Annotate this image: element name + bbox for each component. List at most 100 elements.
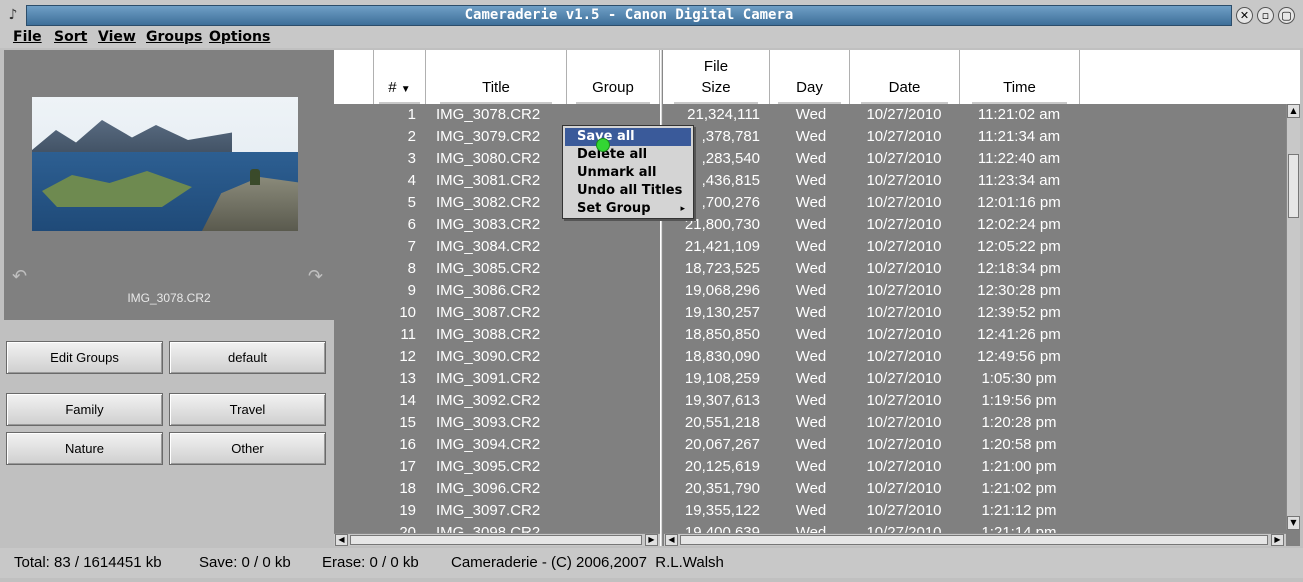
mouse-cursor-icon: [596, 138, 610, 152]
table-row[interactable]: 14 IMG_3092.CR2 19,307,613 Wed 10/27/2010 1:1…: [334, 390, 1300, 412]
row-time: 1:20:58 pm: [981, 436, 1057, 453]
scroll-right-icon[interactable]: ▶: [1271, 534, 1284, 546]
row-number: 11: [400, 326, 416, 343]
header-time[interactable]: Time: [960, 50, 1080, 104]
table-row[interactable]: 12 IMG_3090.CR2 18,830,090 Wed 10/27/2010 12:…: [334, 346, 1300, 368]
table-row[interactable]: 13 IMG_3091.CR2 19,108,259 Wed 10/27/2010 1:0…: [334, 368, 1300, 390]
header-group[interactable]: Group: [567, 50, 660, 104]
table-row[interactable]: 17 IMG_3095.CR2 20,125,619 Wed 10/27/2010 1:2…: [334, 456, 1300, 478]
row-date: 10/27/2010: [866, 238, 942, 255]
row-number: 5: [407, 194, 416, 211]
header-spacer: [334, 50, 374, 104]
table-row[interactable]: 15 IMG_3093.CR2 20,551,218 Wed 10/27/2010 1:2…: [334, 412, 1300, 434]
menu-sort[interactable]: Sort: [54, 29, 87, 45]
row-title: IMG_3097.CR2: [436, 502, 541, 519]
table-row[interactable]: 3 IMG_3080.CR2,283,540 Wed 10/27/2010 11:22:…: [334, 148, 1300, 170]
row-file-size: 18,830,090: [684, 348, 760, 365]
row-number: 4: [407, 172, 416, 189]
row-time: 12:30:28 pm: [977, 282, 1061, 299]
table-row[interactable]: 6 IMG_3083.CR2 21,800,730 Wed 10/27/2010 12:0…: [334, 214, 1300, 236]
scroll-left-icon[interactable]: ◀: [665, 534, 678, 546]
row-date: 10/27/2010: [866, 260, 942, 277]
row-file-size: 21,421,109: [684, 238, 760, 255]
row-number: 3: [407, 150, 416, 167]
status-save: Save: 0 / 0 kb: [199, 554, 291, 571]
row-date: 10/27/2010: [866, 370, 942, 387]
header-num[interactable]: # ▼: [374, 50, 426, 104]
row-time: 12:41:26 pm: [977, 326, 1061, 343]
row-date: 10/27/2010: [866, 348, 942, 365]
table-row[interactable]: 10 IMG_3087.CR2 19,130,257 Wed 10/27/2010 12:…: [334, 302, 1300, 324]
row-number: 7: [407, 238, 416, 255]
row-file-size: 21,324,111: [687, 106, 760, 123]
maximize-icon[interactable]: ▢: [1278, 7, 1295, 24]
row-title: IMG_3094.CR2: [436, 436, 541, 453]
row-day: Wed: [795, 392, 827, 409]
row-number: 17: [399, 458, 416, 475]
menu-options[interactable]: Options: [209, 29, 270, 45]
scroll-right-icon[interactable]: ▶: [645, 534, 658, 546]
edit-groups-button[interactable]: Edit Groups: [6, 341, 163, 374]
app-icon[interactable]: ♪: [4, 6, 22, 24]
table-row[interactable]: 1 IMG_3078.CR2 21,324,111 Wed 10/27/2010 11:2…: [334, 104, 1300, 126]
other-group-button[interactable]: Other: [169, 432, 326, 465]
right-horizontal-thumb[interactable]: [680, 535, 1268, 545]
preview-image[interactable]: [32, 97, 298, 231]
table-row[interactable]: 19 IMG_3097.CR2 19,355,122 Wed 10/27/2010 1:2…: [334, 500, 1300, 522]
row-number: 16: [399, 436, 416, 453]
row-file-size: 19,355,122: [684, 502, 760, 519]
header-filler: [1080, 50, 1300, 104]
menu-groups[interactable]: Groups: [146, 29, 202, 45]
scroll-left-icon[interactable]: ◀: [335, 534, 348, 546]
table-row[interactable]: 9 IMG_3086.CR2 19,068,296 Wed 10/27/2010 12:3…: [334, 280, 1300, 302]
status-total: Total: 83 / 1614451 kb: [14, 554, 162, 571]
row-date: 10/27/2010: [866, 480, 942, 497]
default-group-button[interactable]: default: [169, 341, 326, 374]
row-time: 11:23:34 am: [977, 172, 1061, 189]
close-icon[interactable]: ✕: [1236, 7, 1253, 24]
table-row[interactable]: 18 IMG_3096.CR2 20,351,790 Wed 10/27/2010 1:2…: [334, 478, 1300, 500]
row-title: IMG_3078.CR2: [436, 106, 541, 123]
table-row[interactable]: 2 IMG_3079.CR2,378,781 Wed 10/27/2010 11:21:…: [334, 126, 1300, 148]
menu-item-save-all[interactable]: Save all: [565, 128, 691, 146]
table-row[interactable]: 7 IMG_3084.CR2 21,421,109 Wed 10/27/2010 12:0…: [334, 236, 1300, 258]
header-file-size[interactable]: File Size: [663, 50, 770, 104]
scroll-up-icon[interactable]: ▲: [1287, 104, 1300, 118]
rotate-left-icon[interactable]: ↶: [12, 266, 27, 287]
header-date[interactable]: Date: [850, 50, 960, 104]
table-row[interactable]: 8 IMG_3085.CR2 18,723,525 Wed 10/27/2010 12:1…: [334, 258, 1300, 280]
header-day[interactable]: Day: [770, 50, 850, 104]
menu-view[interactable]: View: [98, 29, 136, 45]
left-horizontal-thumb[interactable]: [350, 535, 642, 545]
family-group-button[interactable]: Family: [6, 393, 163, 426]
menu-item-unmark-all[interactable]: Unmark all: [565, 164, 691, 182]
row-number: 14: [399, 392, 416, 409]
table-row[interactable]: 16 IMG_3094.CR2 20,067,267 Wed 10/27/2010 1:2…: [334, 434, 1300, 456]
row-title: IMG_3079.CR2: [436, 128, 541, 145]
minimize-icon[interactable]: ▫: [1257, 7, 1274, 24]
row-number: 13: [399, 370, 416, 387]
left-horizontal-scrollbar[interactable]: ◀ ▶: [334, 533, 660, 546]
vertical-scrollbar[interactable]: ▲ ▼: [1286, 104, 1300, 530]
table-row[interactable]: 11 IMG_3088.CR2 18,850,850 Wed 10/27/2010 12:…: [334, 324, 1300, 346]
row-day: Wed: [795, 260, 827, 277]
vertical-scroll-thumb[interactable]: [1288, 154, 1299, 218]
submenu-arrow-icon: ▸: [680, 204, 685, 214]
row-date: 10/27/2010: [866, 106, 942, 123]
nature-group-button[interactable]: Nature: [6, 432, 163, 465]
rotate-right-icon[interactable]: ↷: [308, 266, 323, 287]
menu-item-undo-all-titles[interactable]: Undo all Titles: [565, 182, 691, 200]
right-horizontal-scrollbar[interactable]: ◀ ▶: [664, 533, 1286, 546]
menu-item-set-group[interactable]: Set Group ▸: [565, 200, 691, 218]
row-date: 10/27/2010: [866, 304, 942, 321]
menu-file[interactable]: File: [13, 29, 42, 45]
travel-group-button[interactable]: Travel: [169, 393, 326, 426]
row-title: IMG_3096.CR2: [436, 480, 541, 497]
header-title[interactable]: Title: [426, 50, 567, 104]
row-number: 12: [399, 348, 416, 365]
header-num-label: #: [388, 79, 397, 96]
scroll-down-icon[interactable]: ▼: [1287, 516, 1300, 530]
table-row[interactable]: 5 IMG_3082.CR2,700,276 Wed 10/27/2010 12:01:…: [334, 192, 1300, 214]
menu-item-delete-all[interactable]: Delete all: [565, 146, 691, 164]
table-row[interactable]: 4 IMG_3081.CR2,436,815 Wed 10/27/2010 11:23:…: [334, 170, 1300, 192]
